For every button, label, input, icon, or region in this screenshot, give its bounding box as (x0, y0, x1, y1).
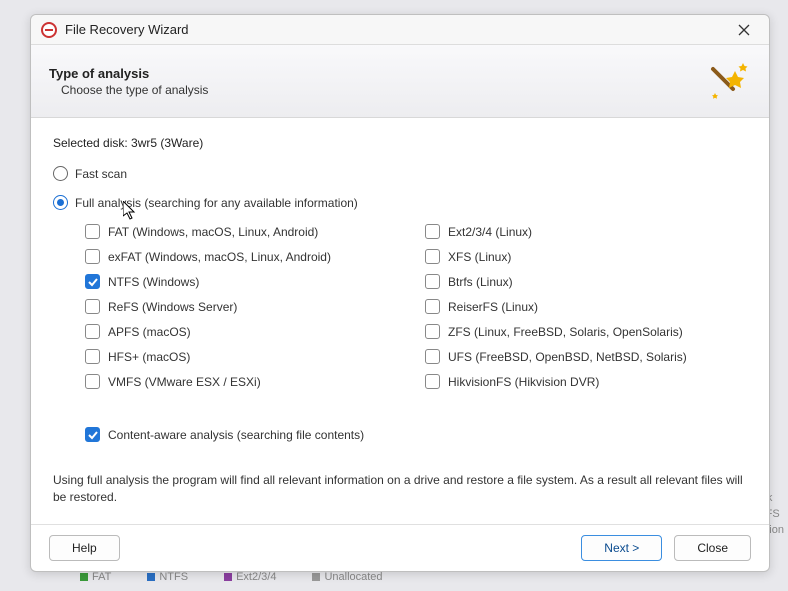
app-icon (41, 22, 57, 38)
radio-full-analysis[interactable]: Full analysis (searching for any availab… (53, 195, 747, 210)
checkbox-icon (85, 274, 100, 289)
checkbox-content-aware[interactable]: Content-aware analysis (searching file c… (85, 427, 747, 442)
checkbox-icon (85, 249, 100, 264)
radio-fast-scan[interactable]: Fast scan (53, 166, 747, 181)
checkbox-label: Btrfs (Linux) (448, 275, 513, 289)
checkbox-ufs[interactable]: UFS (FreeBSD, OpenBSD, NetBSD, Solaris) (425, 349, 725, 364)
checkbox-btrfs[interactable]: Btrfs (Linux) (425, 274, 725, 289)
checkbox-label: XFS (Linux) (448, 250, 511, 264)
checkbox-label: ReFS (Windows Server) (108, 300, 237, 314)
background-legend: FAT NTFS Ext2/3/4 Unallocated (80, 571, 383, 583)
selected-disk-label: Selected disk: 3wr5 (3Ware) (53, 136, 747, 150)
wizard-wand-icon (699, 55, 751, 107)
checkbox-ext[interactable]: Ext2/3/4 (Linux) (425, 224, 725, 239)
checkbox-label: UFS (FreeBSD, OpenBSD, NetBSD, Solaris) (448, 350, 687, 364)
checkbox-label: FAT (Windows, macOS, Linux, Android) (108, 225, 318, 239)
checkbox-label: APFS (macOS) (108, 325, 191, 339)
checkbox-zfs[interactable]: ZFS (Linux, FreeBSD, Solaris, OpenSolari… (425, 324, 725, 339)
header-subtitle: Choose the type of analysis (61, 83, 699, 97)
checkbox-refs[interactable]: ReFS (Windows Server) (85, 299, 385, 314)
filesystem-checkbox-grid: FAT (Windows, macOS, Linux, Android) Ext… (85, 224, 725, 389)
checkbox-label: ReiserFS (Linux) (448, 300, 538, 314)
help-button[interactable]: Help (49, 535, 120, 561)
checkbox-reiserfs[interactable]: ReiserFS (Linux) (425, 299, 725, 314)
checkbox-label: Ext2/3/4 (Linux) (448, 225, 532, 239)
checkbox-icon (85, 427, 100, 442)
checkbox-icon (425, 374, 440, 389)
checkbox-xfs[interactable]: XFS (Linux) (425, 249, 725, 264)
checkbox-vmfs[interactable]: VMFS (VMware ESX / ESXi) (85, 374, 385, 389)
checkbox-hfsplus[interactable]: HFS+ (macOS) (85, 349, 385, 364)
checkbox-ntfs[interactable]: NTFS (Windows) (85, 274, 385, 289)
checkbox-icon (425, 224, 440, 239)
radio-icon (53, 166, 68, 181)
checkbox-label: VMFS (VMware ESX / ESXi) (108, 375, 261, 389)
radio-label: Fast scan (75, 167, 127, 181)
checkbox-icon (85, 349, 100, 364)
analysis-description: Using full analysis the program will fin… (53, 472, 747, 506)
checkbox-icon (85, 374, 100, 389)
close-button[interactable]: Close (674, 535, 751, 561)
checkbox-icon (85, 324, 100, 339)
checkbox-icon (85, 224, 100, 239)
checkbox-icon (85, 299, 100, 314)
close-icon[interactable] (729, 18, 759, 42)
next-button[interactable]: Next > (581, 535, 662, 561)
checkbox-label: HFS+ (macOS) (108, 350, 190, 364)
checkbox-label: Content-aware analysis (searching file c… (108, 428, 364, 442)
checkbox-label: HikvisionFS (Hikvision DVR) (448, 375, 599, 389)
checkbox-label: ZFS (Linux, FreeBSD, Solaris, OpenSolari… (448, 325, 683, 339)
checkbox-icon (425, 349, 440, 364)
checkbox-hikvisionfs[interactable]: HikvisionFS (Hikvision DVR) (425, 374, 725, 389)
header-title: Type of analysis (49, 66, 699, 81)
checkbox-icon (425, 299, 440, 314)
radio-icon (53, 195, 68, 210)
file-recovery-wizard-dialog: File Recovery Wizard Type of analysis Ch… (30, 14, 770, 572)
window-title: File Recovery Wizard (65, 22, 729, 37)
checkbox-label: NTFS (Windows) (108, 275, 199, 289)
checkbox-icon (425, 249, 440, 264)
checkbox-icon (425, 324, 440, 339)
wizard-footer: Help Next > Close (31, 524, 769, 571)
wizard-header: Type of analysis Choose the type of anal… (31, 45, 769, 118)
checkbox-apfs[interactable]: APFS (macOS) (85, 324, 385, 339)
radio-label: Full analysis (searching for any availab… (75, 196, 358, 210)
checkbox-exfat[interactable]: exFAT (Windows, macOS, Linux, Android) (85, 249, 385, 264)
checkbox-label: exFAT (Windows, macOS, Linux, Android) (108, 250, 331, 264)
checkbox-icon (425, 274, 440, 289)
titlebar: File Recovery Wizard (31, 15, 769, 45)
checkbox-fat[interactable]: FAT (Windows, macOS, Linux, Android) (85, 224, 385, 239)
wizard-body: Selected disk: 3wr5 (3Ware) Fast scan Fu… (31, 118, 769, 524)
